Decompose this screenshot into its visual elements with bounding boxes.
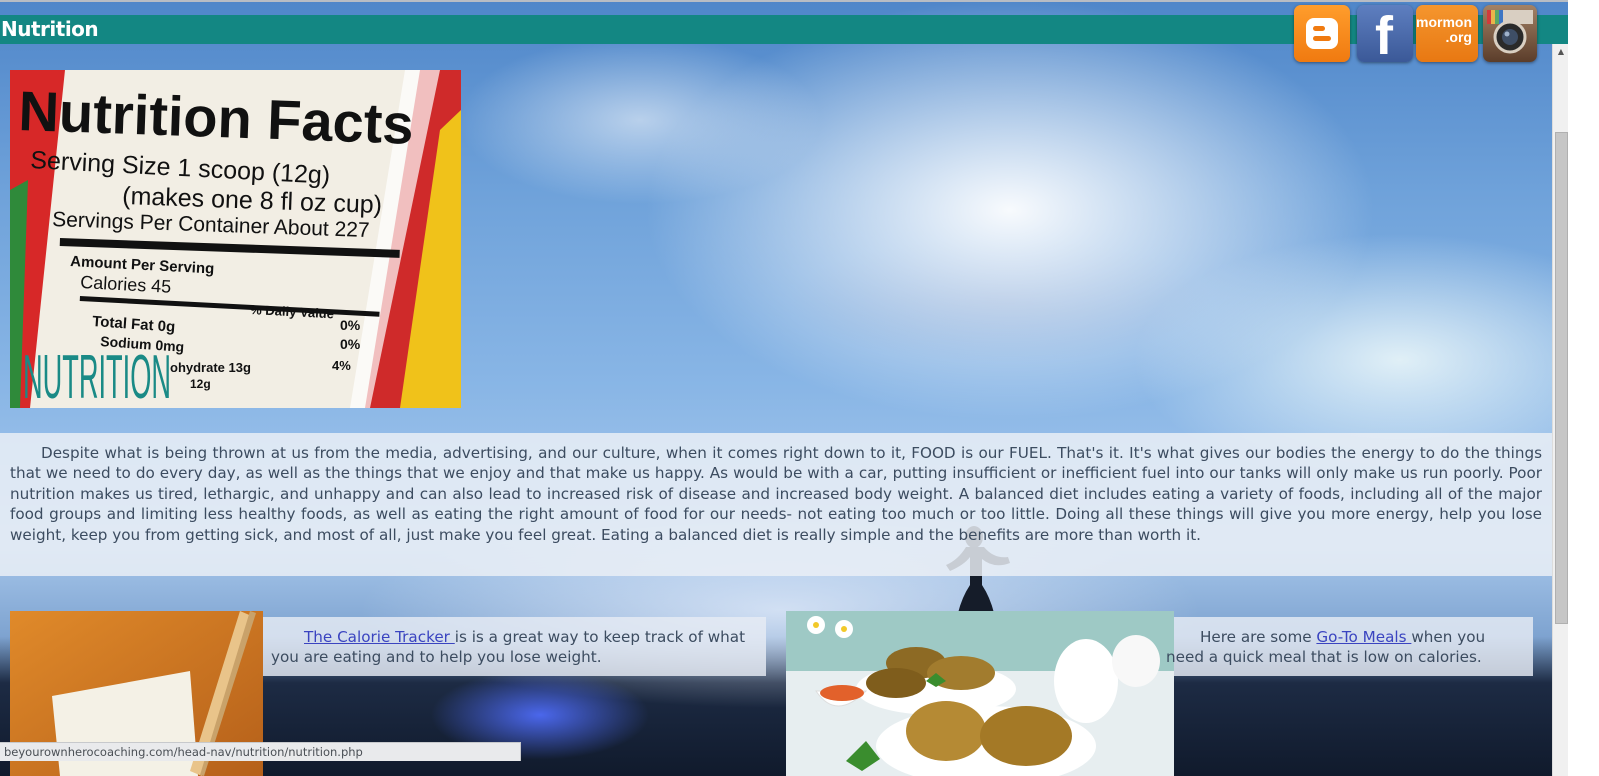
label-carb: ohydrate 13g xyxy=(170,360,251,375)
go-to-meals-text: Here are some Go-To Meals when you need … xyxy=(1166,628,1486,666)
instagram-icon xyxy=(1487,10,1533,54)
instagram-link[interactable] xyxy=(1483,5,1537,62)
calorie-tracker-link[interactable]: The Calorie Tracker xyxy=(304,628,455,646)
label-total-fat-pct: 0% xyxy=(340,317,361,333)
top-border xyxy=(0,0,1599,2)
window-edge xyxy=(1568,0,1599,776)
label-carb-pct: 4% xyxy=(332,358,351,373)
scroll-up-arrow-icon[interactable]: ▲ xyxy=(1553,44,1569,60)
facebook-link[interactable]: f xyxy=(1357,5,1413,66)
facebook-icon: f xyxy=(1375,6,1393,66)
scroll-thumb[interactable] xyxy=(1555,132,1568,624)
calorie-tracker-text: The Calorie Tracker is is a great way to… xyxy=(271,628,746,666)
mormon-org-icon: mormon .org xyxy=(1416,14,1472,45)
label-sodium-pct: 0% xyxy=(340,336,361,352)
status-bar-url: beyourownherocoaching.com/head-nav/nutri… xyxy=(0,742,521,761)
label-sugar: 12g xyxy=(190,377,211,391)
meal-image xyxy=(786,611,1174,776)
nutrition-facts-image: Nutrition Facts Serving Size 1 scoop (12… xyxy=(10,70,461,408)
vertical-scrollbar[interactable]: ▲ xyxy=(1552,44,1569,776)
go-to-meals-link[interactable]: Go-To Meals xyxy=(1316,628,1411,646)
nutrition-overlay-text: NUTRITION xyxy=(23,343,171,408)
intro-paragraph: Despite what is being thrown at us from … xyxy=(10,444,1542,544)
blogger-icon xyxy=(1306,18,1338,49)
blogger-link[interactable] xyxy=(1294,5,1350,62)
mormon-org-link[interactable]: mormon .org xyxy=(1416,5,1478,62)
page-title: Nutrition xyxy=(1,17,99,41)
